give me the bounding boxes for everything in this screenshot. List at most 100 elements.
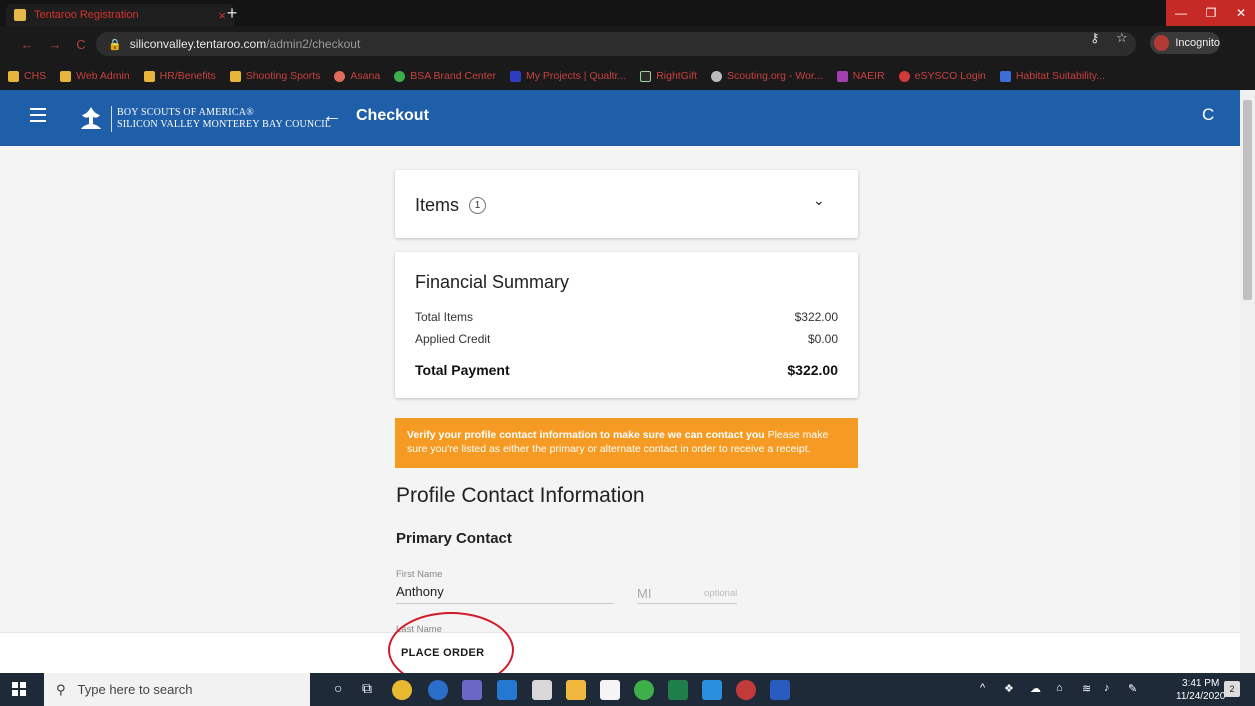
pen-icon[interactable]: ✎ — [1128, 682, 1137, 695]
browser-tab-bar: Tentaroo Registration × + — ❐ ✕ — [0, 0, 1255, 26]
items-label: Items — [415, 195, 460, 215]
app-icon[interactable] — [532, 680, 552, 700]
mi-optional-hint: optional — [704, 588, 738, 599]
first-name-field[interactable]: Anthony — [396, 584, 444, 599]
volume-icon[interactable]: ♪ — [1104, 682, 1110, 694]
taskbar-search-input[interactable]: ⚲ Type here to search — [44, 673, 310, 706]
tab-title: Tentaroo Registration — [34, 9, 139, 21]
items-card[interactable]: Items 1 ⌄ — [395, 170, 858, 238]
mi-field[interactable]: MI — [637, 586, 651, 601]
esysco-icon — [898, 70, 910, 82]
maximize-window-button[interactable]: ❐ — [1196, 0, 1226, 26]
primary-contact-title: Primary Contact — [396, 530, 512, 547]
notepad-icon[interactable] — [600, 680, 620, 700]
address-bar-row: ← → C 🔒 siliconvalley.tentaroo.com /admi… — [0, 26, 1255, 62]
tentaroo-favicon-icon — [14, 9, 26, 21]
page-title: Checkout — [356, 107, 429, 124]
back-arrow-icon[interactable]: ← — [16, 26, 38, 62]
url-host: siliconvalley.tentaroo.com — [129, 37, 267, 51]
onedrive-icon[interactable]: ☁ — [1030, 682, 1041, 695]
bookmark-item[interactable]: eSYSCO Login — [898, 70, 986, 82]
financial-summary-card: Financial Summary Total Items $322.00 App… — [395, 252, 858, 398]
media-icon[interactable] — [736, 680, 756, 700]
first-name-label: First Name — [396, 569, 443, 580]
chevron-up-icon[interactable]: ^ — [980, 682, 985, 694]
windows-start-icon[interactable] — [12, 682, 26, 696]
bookmark-item[interactable]: Asana — [334, 70, 380, 82]
outlook-icon[interactable] — [497, 680, 517, 700]
incognito-profile-button[interactable]: Incognito — [1150, 32, 1220, 54]
total-payment-row: Total Payment $322.00 — [415, 362, 838, 378]
menu-icon[interactable] — [30, 108, 46, 122]
bookmark-item[interactable]: My Projects | Qualtr... — [510, 70, 626, 82]
folder-icon — [229, 70, 241, 82]
page-scrollbar[interactable] — [1240, 90, 1255, 673]
cortana-icon[interactable]: ○ — [334, 680, 342, 696]
bookmark-item[interactable]: Shooting Sports — [229, 70, 320, 82]
summary-row: Applied Credit $0.00 — [415, 332, 838, 346]
forward-arrow-icon[interactable]: → — [44, 26, 66, 62]
teams-icon[interactable] — [462, 680, 482, 700]
brand-center-icon — [394, 70, 406, 82]
task-view-icon[interactable]: ⧉ — [362, 680, 372, 697]
app-header: BOY SCOUTS OF AMERICA® SILICON VALLEY MO… — [0, 90, 1255, 146]
items-count-badge: 1 — [469, 197, 486, 214]
bookmark-item[interactable]: Scouting.org - Wor... — [711, 70, 823, 82]
bookmark-item[interactable]: NAEIR — [836, 70, 885, 82]
mail-icon[interactable] — [702, 680, 722, 700]
calculator-icon[interactable] — [668, 680, 688, 700]
bookmark-item[interactable]: CHS — [8, 70, 46, 82]
folder-icon — [60, 70, 72, 82]
rightgift-icon — [640, 70, 652, 82]
notification-icon[interactable]: 2 — [1224, 681, 1240, 697]
search-icon: ⚲ — [56, 681, 66, 697]
taskbar-clock[interactable]: 3:41 PM 11/24/2020 — [1176, 677, 1225, 703]
profile-label: Incognito — [1175, 37, 1220, 49]
new-tab-button[interactable]: + — [222, 3, 242, 23]
dropbox-icon[interactable]: ❖ — [1004, 682, 1014, 695]
bookmark-item[interactable]: RightGift — [640, 70, 697, 82]
star-bookmark-icon[interactable]: ☆ — [1116, 30, 1128, 46]
scouting-icon — [711, 70, 723, 82]
bookmark-item[interactable]: BSA Brand Center — [394, 70, 496, 82]
naeir-icon — [836, 70, 848, 82]
bookmark-item[interactable]: Web Admin — [60, 70, 130, 82]
bookmark-item[interactable]: HR/Benefits — [143, 70, 216, 82]
first-name-underline — [396, 603, 614, 604]
refresh-app-icon[interactable] — [634, 680, 654, 700]
browser-tab[interactable]: Tentaroo Registration × — [6, 4, 234, 26]
wifi-icon[interactable]: ≋ — [1082, 682, 1091, 695]
chrome-icon[interactable] — [392, 680, 412, 700]
summary-row: Total Items $322.00 — [415, 310, 838, 324]
checkout-footer: PLACE ORDER — [0, 632, 1240, 673]
bookmarks-bar: CHS Web Admin HR/Benefits Shooting Sport… — [0, 62, 1255, 90]
mi-underline — [637, 603, 737, 604]
minimize-window-button[interactable]: — — [1166, 0, 1196, 26]
url-input[interactable]: 🔒 siliconvalley.tentaroo.com /admin2/che… — [96, 32, 1136, 56]
financial-summary-title: Financial Summary — [415, 272, 570, 292]
bsa-logo-icon — [81, 107, 101, 129]
key-icon[interactable]: ⚷ — [1090, 30, 1100, 46]
qualtrics-icon — [510, 70, 522, 82]
profile-contact-title: Profile Contact Information — [396, 484, 645, 507]
url-path: /admin2/checkout — [266, 37, 361, 51]
close-window-button[interactable]: ✕ — [1226, 0, 1255, 26]
back-arrow-icon[interactable]: ← — [322, 105, 342, 128]
folder-icon — [143, 70, 155, 82]
network-icon[interactable]: ⌂ — [1056, 682, 1063, 694]
org-name: BOY SCOUTS OF AMERICA® SILICON VALLEY MO… — [117, 107, 332, 130]
scrollbar-thumb[interactable] — [1243, 100, 1252, 300]
contact-warning-alert: Verify your profile contact information … — [395, 418, 858, 468]
edge-icon[interactable] — [428, 680, 448, 700]
windows-taskbar: ⚲ Type here to search ○ ⧉ ^ ❖ ☁ ⌂ ≋ ♪ ✎ … — [0, 673, 1255, 706]
asana-icon — [334, 70, 346, 82]
incognito-avatar-icon — [1154, 35, 1170, 51]
word-icon[interactable] — [770, 680, 790, 700]
reload-icon[interactable]: C — [70, 26, 92, 62]
lock-icon: 🔒 — [108, 38, 122, 51]
chevron-down-icon[interactable]: ⌄ — [813, 192, 825, 209]
file-explorer-icon[interactable] — [566, 680, 586, 700]
bookmark-item[interactable]: Habitat Suitability... — [999, 70, 1105, 82]
refresh-icon[interactable]: C — [1202, 105, 1214, 125]
checkout-content: Items 1 ⌄ Financial Summary Total Items $… — [0, 146, 1240, 632]
